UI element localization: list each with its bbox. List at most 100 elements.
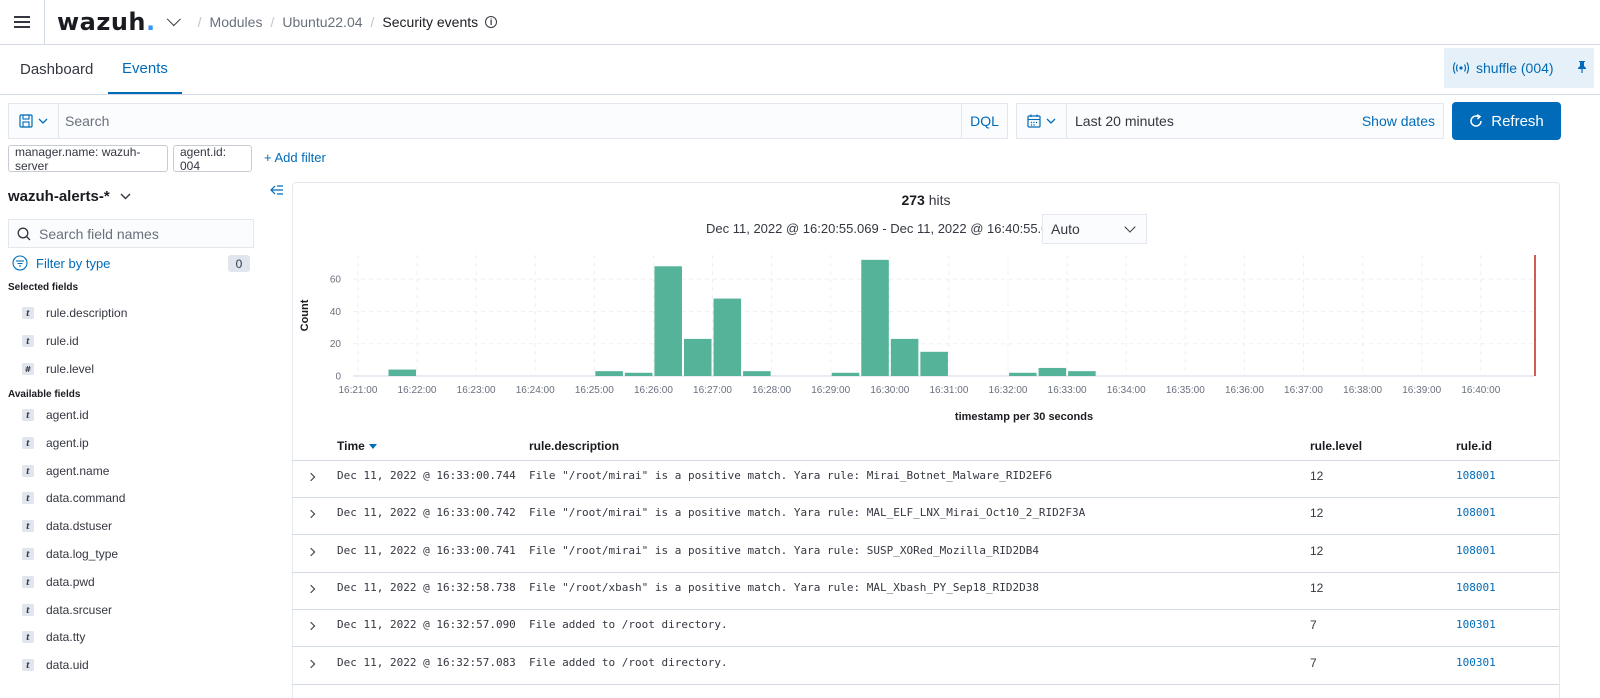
index-pattern-label: wazuh-alerts-* xyxy=(8,188,110,205)
field-search-box xyxy=(8,219,254,248)
field-sidebar: wazuh-alerts-* Filter by type 0 Selected… xyxy=(0,180,290,698)
cell-rule-id[interactable]: 100301 xyxy=(1456,618,1496,631)
info-icon[interactable]: i xyxy=(485,16,498,28)
y-tick-label: 60 xyxy=(330,275,342,286)
cell-rule-id[interactable]: 108001 xyxy=(1456,581,1496,594)
field-item[interactable]: t data.uid xyxy=(22,658,89,672)
column-header-level[interactable]: rule.level xyxy=(1310,439,1362,453)
y-axis-label: Count xyxy=(299,299,311,331)
chevron-down-icon[interactable] xyxy=(166,12,181,27)
filter-icon xyxy=(12,255,28,271)
field-item[interactable]: t agent.id xyxy=(22,408,89,422)
agent-selector[interactable]: shuffle (004) xyxy=(1444,48,1594,88)
x-tick-label: 16:29:00 xyxy=(811,385,850,396)
field-item[interactable]: t rule.description xyxy=(22,306,127,320)
quick-select-button[interactable] xyxy=(1017,104,1067,138)
query-language-button[interactable]: DQL xyxy=(961,104,1007,138)
cell-time: Dec 11, 2022 @ 16:32:57.090 xyxy=(337,618,516,632)
histogram-bar xyxy=(920,351,948,376)
breadcrumb: / Modules / Ubuntu22.04 / Security event… xyxy=(190,14,498,30)
refresh-button[interactable]: Refresh xyxy=(1452,102,1561,140)
field-search-input[interactable] xyxy=(39,225,239,242)
collapse-sidebar-icon[interactable] xyxy=(270,184,284,196)
cell-description: File added to /root directory. xyxy=(529,618,728,632)
cell-time: Dec 11, 2022 @ 16:33:00.744 xyxy=(337,469,516,482)
table-row[interactable]: Dec 11, 2022 @ 16:32:57.083 File added to… xyxy=(293,648,1559,685)
table-row[interactable]: Dec 11, 2022 @ 16:32:57.090 File added to… xyxy=(293,610,1559,648)
field-item[interactable]: # rule.level xyxy=(22,362,94,376)
table-row[interactable]: Dec 11, 2022 @ 16:33:00.741 File "/root/m… xyxy=(293,536,1559,573)
expand-row-icon[interactable] xyxy=(306,621,316,631)
cell-level: 12 xyxy=(1310,580,1324,595)
string-type-icon: t xyxy=(22,575,34,588)
field-name: data.log_type xyxy=(46,547,119,561)
cell-rule-id[interactable]: 108001 xyxy=(1456,469,1496,482)
field-item[interactable]: t data.pwd xyxy=(22,575,95,589)
filter-pill-manager[interactable]: manager.name: wazuh-server xyxy=(8,145,168,173)
x-tick-label: 16:30:00 xyxy=(870,385,909,396)
field-item[interactable]: t data.srcuser xyxy=(22,603,112,617)
expand-row-icon[interactable] xyxy=(306,472,316,482)
show-dates-link[interactable]: Show dates xyxy=(1362,113,1443,129)
x-tick-label: 16:27:00 xyxy=(693,385,732,396)
x-tick-label: 16:39:00 xyxy=(1402,385,1441,396)
field-name: data.command xyxy=(46,491,126,506)
breadcrumb-modules[interactable]: Modules xyxy=(210,14,263,30)
field-name: data.pwd xyxy=(46,574,95,589)
query-bar: DQL xyxy=(8,103,1008,139)
breadcrumb-agent[interactable]: Ubuntu22.04 xyxy=(282,14,362,30)
filter-pill-agent[interactable]: agent.id: 004 xyxy=(173,145,252,173)
field-item[interactable]: t data.tty xyxy=(22,630,85,644)
table-header: Time rule.description rule.level rule.id xyxy=(293,435,1559,461)
cell-rule-id[interactable]: 108001 xyxy=(1456,506,1496,519)
hits-count: 273 hits xyxy=(293,192,1559,208)
field-item[interactable]: t data.dstuser xyxy=(22,519,112,533)
field-name: rule.description xyxy=(46,306,128,320)
column-header-description[interactable]: rule.description xyxy=(529,439,619,453)
expand-row-icon[interactable] xyxy=(306,659,316,668)
index-pattern-selector[interactable]: wazuh-alerts-* xyxy=(8,188,131,205)
interval-select[interactable]: Auto xyxy=(1042,214,1147,244)
table-row[interactable]: Dec 11, 2022 @ 16:32:58.738 File "/root/x… xyxy=(293,573,1559,610)
selected-fields-title: Selected fields xyxy=(8,282,79,293)
saved-queries-button[interactable] xyxy=(9,104,59,138)
date-range-text[interactable]: Last 20 minutes xyxy=(1067,113,1362,129)
add-filter-button[interactable]: + Add filter xyxy=(264,150,326,165)
field-item[interactable]: t agent.ip xyxy=(22,436,89,450)
x-tick-label: 16:36:00 xyxy=(1225,385,1264,396)
cell-rule-id[interactable]: 100301 xyxy=(1456,656,1496,669)
expand-row-icon[interactable] xyxy=(306,547,316,556)
expand-row-icon[interactable] xyxy=(306,510,316,519)
string-type-icon: t xyxy=(22,659,34,672)
table-row[interactable]: Dec 11, 2022 @ 16:33:00.742 File "/root/m… xyxy=(293,498,1559,536)
table-row[interactable]: Dec 11, 2022 @ 16:33:00.744 File "/root/m… xyxy=(293,461,1559,498)
field-item[interactable]: t data.log_type xyxy=(22,547,118,561)
string-type-icon: t xyxy=(22,603,34,616)
field-name: data.uid xyxy=(46,658,89,673)
sort-down-icon[interactable] xyxy=(368,444,377,450)
x-tick-label: 16:34:00 xyxy=(1107,385,1146,396)
filter-by-type-button[interactable]: Filter by type xyxy=(12,255,110,271)
filter-by-type-label: Filter by type xyxy=(36,255,111,271)
expand-row-icon[interactable] xyxy=(306,584,316,594)
field-name: data.srcuser xyxy=(46,602,113,617)
chevron-down-icon xyxy=(38,118,48,124)
column-header-rule-id[interactable]: rule.id xyxy=(1456,439,1492,453)
search-input[interactable] xyxy=(59,104,961,138)
pin-icon[interactable] xyxy=(1578,61,1586,73)
cell-description: File "/root/mirai" is a positive match. … xyxy=(529,469,1053,482)
tab-dashboard[interactable]: Dashboard xyxy=(20,45,93,94)
field-name: data.tty xyxy=(46,630,86,645)
wazuh-logo[interactable]: wazuh. xyxy=(57,8,156,36)
menu-icon[interactable] xyxy=(0,0,45,45)
x-tick-label: 16:22:00 xyxy=(398,385,437,396)
tab-events[interactable]: Events xyxy=(108,45,182,94)
field-item[interactable]: t rule.id xyxy=(22,334,79,348)
time-range-text: Dec 11, 2022 @ 16:20:55.069 - Dec 11, 20… xyxy=(706,221,1063,236)
field-item[interactable]: t agent.name xyxy=(22,464,109,478)
cell-rule-id[interactable]: 108001 xyxy=(1456,544,1496,557)
x-tick-label: 16:23:00 xyxy=(457,385,496,396)
chevron-down-icon xyxy=(1124,221,1136,233)
field-item[interactable]: t data.command xyxy=(22,491,125,505)
column-header-time[interactable]: Time xyxy=(337,439,377,453)
